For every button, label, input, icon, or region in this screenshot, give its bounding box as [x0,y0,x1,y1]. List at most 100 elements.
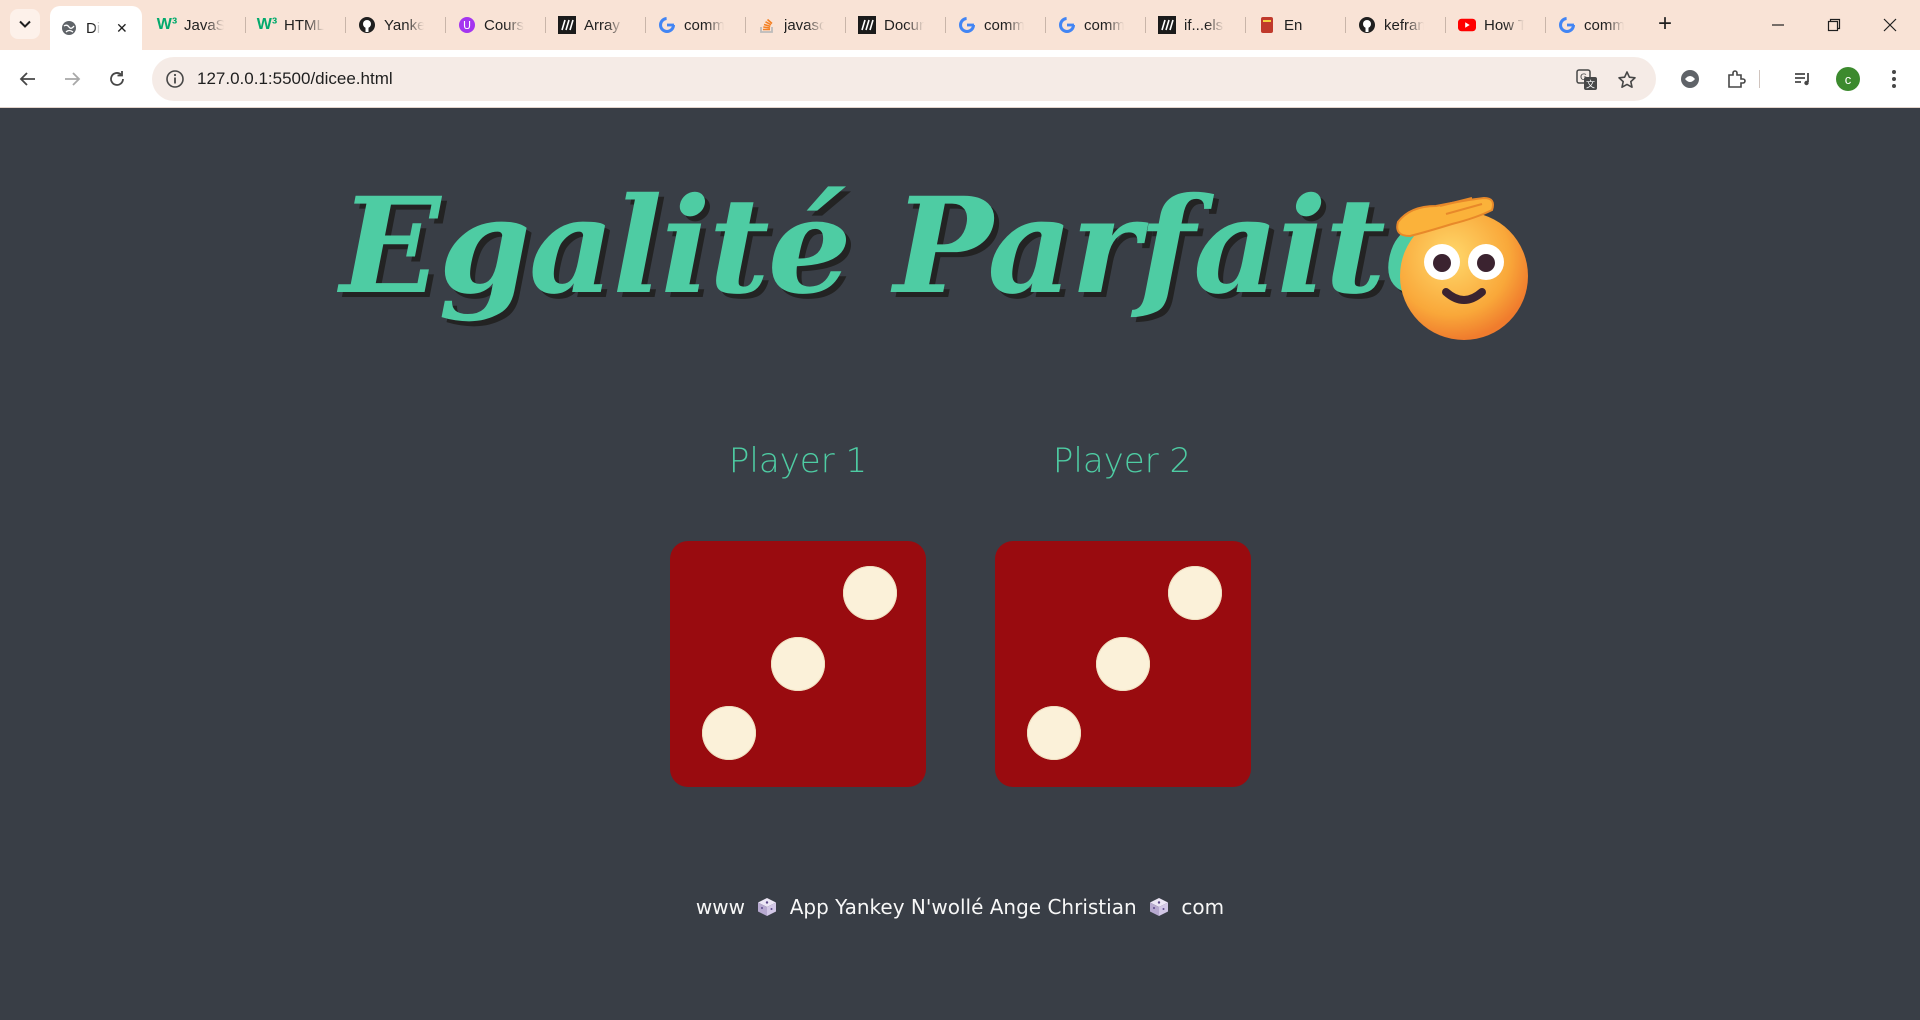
footer-prefix: www [695,895,745,919]
player-1-label: Player 1 [728,441,868,481]
youtube-icon [1458,16,1476,34]
tab-javascript-so[interactable]: javascript [748,8,842,42]
tab-separator [1245,17,1246,33]
tab-label: HTML [284,16,324,34]
tab-label: comm [684,16,724,34]
tab-document[interactable]: Document [848,8,942,42]
address-bar[interactable]: 127.0.0.1:5500/dicee.html 文G [152,57,1656,101]
saluting-face-icon [1396,196,1528,340]
tab-separator [645,17,646,33]
minimize-button[interactable] [1750,0,1806,50]
tab-search-button[interactable] [10,9,40,39]
tab-separator [745,17,746,33]
tab-label: javascript [784,16,824,34]
tab-strip: Dicee ✕ W³ JavaScript W³ HTML Yankey U C… [0,0,1920,50]
bookmark-star-icon[interactable] [1614,67,1640,93]
tab-en[interactable]: En [1248,8,1342,42]
tab-label: comm [1084,16,1124,34]
browser-menu-button[interactable] [1878,63,1910,95]
stackoverflow-icon [758,16,776,34]
tab-separator [545,17,546,33]
url-text[interactable]: 127.0.0.1:5500/dicee.html [197,69,393,89]
tab-separator [1045,17,1046,33]
reload-button[interactable] [101,63,133,95]
tab-label: comm [1584,16,1624,34]
book-icon [1258,16,1276,34]
media-queue-icon [1795,73,1809,86]
tab-label: How T [1484,16,1524,34]
reload-icon [110,71,124,86]
new-tab-button[interactable]: + [1650,9,1680,39]
back-button[interactable] [12,63,44,95]
forward-button[interactable] [56,63,88,95]
die-pip [843,566,897,620]
google-icon [1558,16,1576,34]
tab-label: if...else [1184,16,1224,34]
footer-text: App Yankey N'wollé Ange Christian [789,895,1137,919]
puzzle-icon [1728,70,1746,88]
die-pip [771,637,825,691]
google-icon [658,16,676,34]
site-info-icon[interactable] [164,68,186,90]
plus-icon: + [1657,10,1672,37]
tab-array[interactable]: Array [548,8,642,42]
page-title: Egalité Parfaite [340,169,1468,324]
page-content: Egalité Parfaite Player 1 Player 2 www A… [0,109,1920,1020]
tab-separator [1445,17,1446,33]
tab-label: Dicee [86,19,100,37]
close-tab-icon[interactable]: ✕ [116,20,128,37]
die-icon [1149,898,1168,916]
svg-text:U: U [463,19,471,32]
tab-separator [1345,17,1346,33]
mdn-icon [1158,16,1176,34]
tab-separator [1145,17,1146,33]
close-icon [1883,18,1897,32]
tab-google-search[interactable]: comm [1048,8,1142,42]
tab-html[interactable]: W³ HTML [248,8,342,42]
tab-yankey[interactable]: Yankey [348,8,442,42]
tab-label: Course [484,16,524,34]
die-pip [1027,706,1081,760]
extension-vpn-button[interactable] [1674,63,1706,95]
tab-separator [345,17,346,33]
extensions-button[interactable] [1720,63,1752,95]
page-footer: www App Yankey N'wollé Ange Christian co… [0,895,1920,919]
github-icon [1358,16,1376,34]
tab-separator [445,17,446,33]
arrow-right-icon [65,72,81,86]
kebab-menu-icon [1892,70,1896,88]
tab-kefran[interactable]: kefran [1348,8,1442,42]
close-window-button[interactable] [1862,0,1918,50]
avatar-initial: c [1844,71,1852,87]
tab-label: comm [984,16,1024,34]
mdn-icon [558,16,576,34]
restore-button[interactable] [1806,0,1862,50]
svg-text:G: G [1580,73,1587,83]
tab-separator [1545,17,1546,33]
w3schools-icon: W³ [256,16,278,33]
tab-if-else[interactable]: if...else [1148,8,1242,42]
profile-avatar[interactable]: c [1836,67,1860,91]
udemy-icon: U [458,16,476,34]
tab-google-search[interactable]: comm [648,8,742,42]
tab-javascript[interactable]: W³ JavaScript [148,8,242,42]
tab-label: Document [884,16,924,34]
google-icon [1058,16,1076,34]
tab-separator [945,17,946,33]
die-pip [702,706,756,760]
svg-text:文: 文 [1586,79,1595,91]
tab-course[interactable]: U Course [448,8,542,42]
tab-google-search[interactable]: comm [948,8,1042,42]
translate-icon[interactable]: 文G [1574,67,1600,93]
tab-dicee[interactable]: Dicee ✕ [50,6,142,50]
player-2-die [995,541,1251,787]
media-controls-button[interactable] [1787,63,1819,95]
google-icon [958,16,976,34]
die-icon [758,898,777,916]
toolbar-separator [1759,70,1760,88]
arrow-left-icon [19,72,35,86]
tab-google-search[interactable]: comm [1548,8,1642,42]
globe-icon [60,19,78,37]
minimize-icon [1772,24,1784,26]
tab-youtube[interactable]: How T [1448,8,1542,42]
